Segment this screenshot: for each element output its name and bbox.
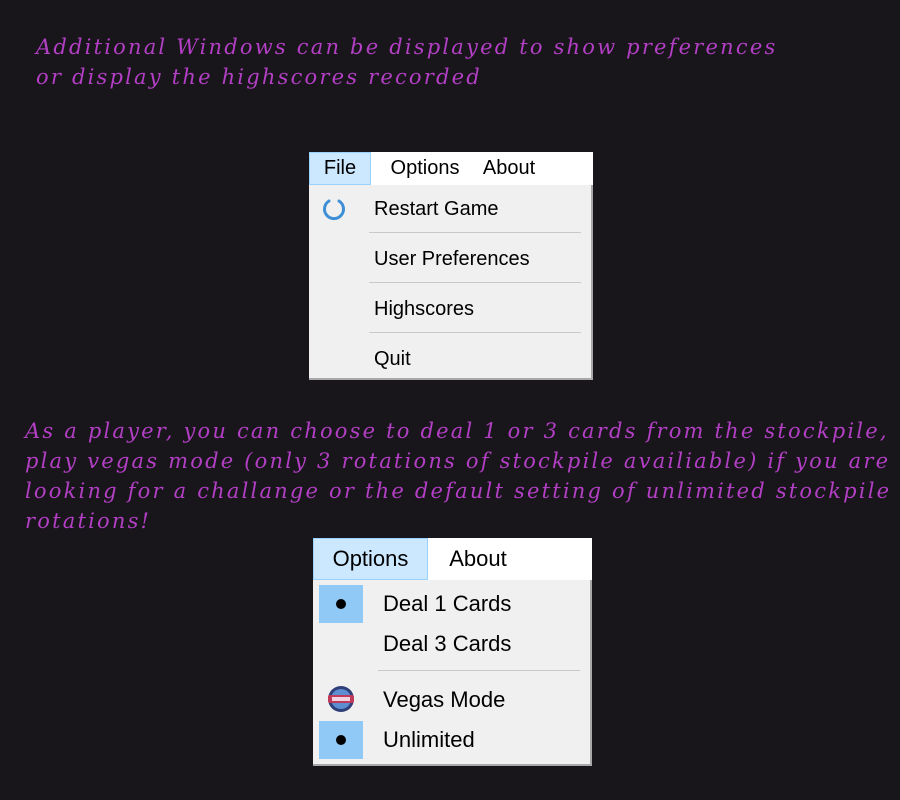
menu-item-label: Unlimited xyxy=(383,727,475,752)
menu-item-label: Deal 1 Cards xyxy=(383,591,512,616)
caption-bottom-line-1: As a player, you can choose to deal 1 or… xyxy=(25,419,889,443)
menu-item-restart-game[interactable]: Restart Game xyxy=(309,187,591,231)
options-menu-screenshot: Options About Deal 1 Cards Deal 3 Cards … xyxy=(313,538,592,766)
menu-item-vegas-mode[interactable]: Vegas Mode xyxy=(313,680,590,720)
radio-checked-indicator xyxy=(319,721,363,759)
menu-item-unlimited[interactable]: Unlimited xyxy=(313,720,590,760)
menu-item-label: Highscores xyxy=(374,297,475,320)
menu-file[interactable]: File xyxy=(309,152,371,185)
menubar: Options About xyxy=(313,538,592,580)
radio-dot-icon xyxy=(336,599,346,609)
caption-top: Additional Windows can be displayed to s… xyxy=(36,32,777,92)
caption-top-line-2: or display the highscores recorded xyxy=(36,65,482,89)
radio-dot-icon xyxy=(336,735,346,745)
menu-options[interactable]: Options xyxy=(371,152,479,185)
menu-about[interactable]: About xyxy=(428,538,528,580)
menu-item-highscores[interactable]: Highscores xyxy=(309,287,591,331)
menu-about[interactable]: About xyxy=(479,152,539,185)
radio-checked-indicator xyxy=(319,585,363,623)
file-menu-screenshot: File Options About Restart Game User Pre… xyxy=(309,152,593,380)
menu-item-label: Deal 3 Cards xyxy=(383,631,512,656)
menubar: File Options About xyxy=(309,152,593,185)
menu-item-quit[interactable]: Quit xyxy=(309,337,591,381)
menu-item-label: User Preferences xyxy=(374,247,530,270)
menu-item-label: Vegas Mode xyxy=(383,687,506,712)
file-dropdown: Restart Game User Preferences Highscores… xyxy=(309,185,593,380)
caption-bottom-line-2: play vegas mode (only 3 rotations of sto… xyxy=(25,449,891,473)
menu-item-deal-3-cards[interactable]: Deal 3 Cards xyxy=(313,624,590,664)
menu-item-label: Quit xyxy=(374,347,411,370)
menu-item-user-preferences[interactable]: User Preferences xyxy=(309,237,591,281)
menu-separator xyxy=(369,232,581,233)
menu-separator xyxy=(369,332,581,333)
vegas-icon xyxy=(328,686,354,712)
restart-icon xyxy=(323,199,345,221)
caption-top-line-1: Additional Windows can be displayed to s… xyxy=(36,35,778,59)
menu-item-deal-1-cards[interactable]: Deal 1 Cards xyxy=(313,584,590,624)
menu-item-label: Restart Game xyxy=(374,197,499,220)
caption-bottom: As a player, you can choose to deal 1 or… xyxy=(25,416,891,536)
caption-bottom-line-4: rotations! xyxy=(25,509,152,533)
menu-options[interactable]: Options xyxy=(313,538,428,580)
menu-separator xyxy=(378,670,580,671)
options-dropdown: Deal 1 Cards Deal 3 Cards Vegas Mode Unl… xyxy=(313,580,592,766)
caption-bottom-line-3: looking for a challange or the default s… xyxy=(25,479,892,503)
menu-separator xyxy=(369,282,581,283)
